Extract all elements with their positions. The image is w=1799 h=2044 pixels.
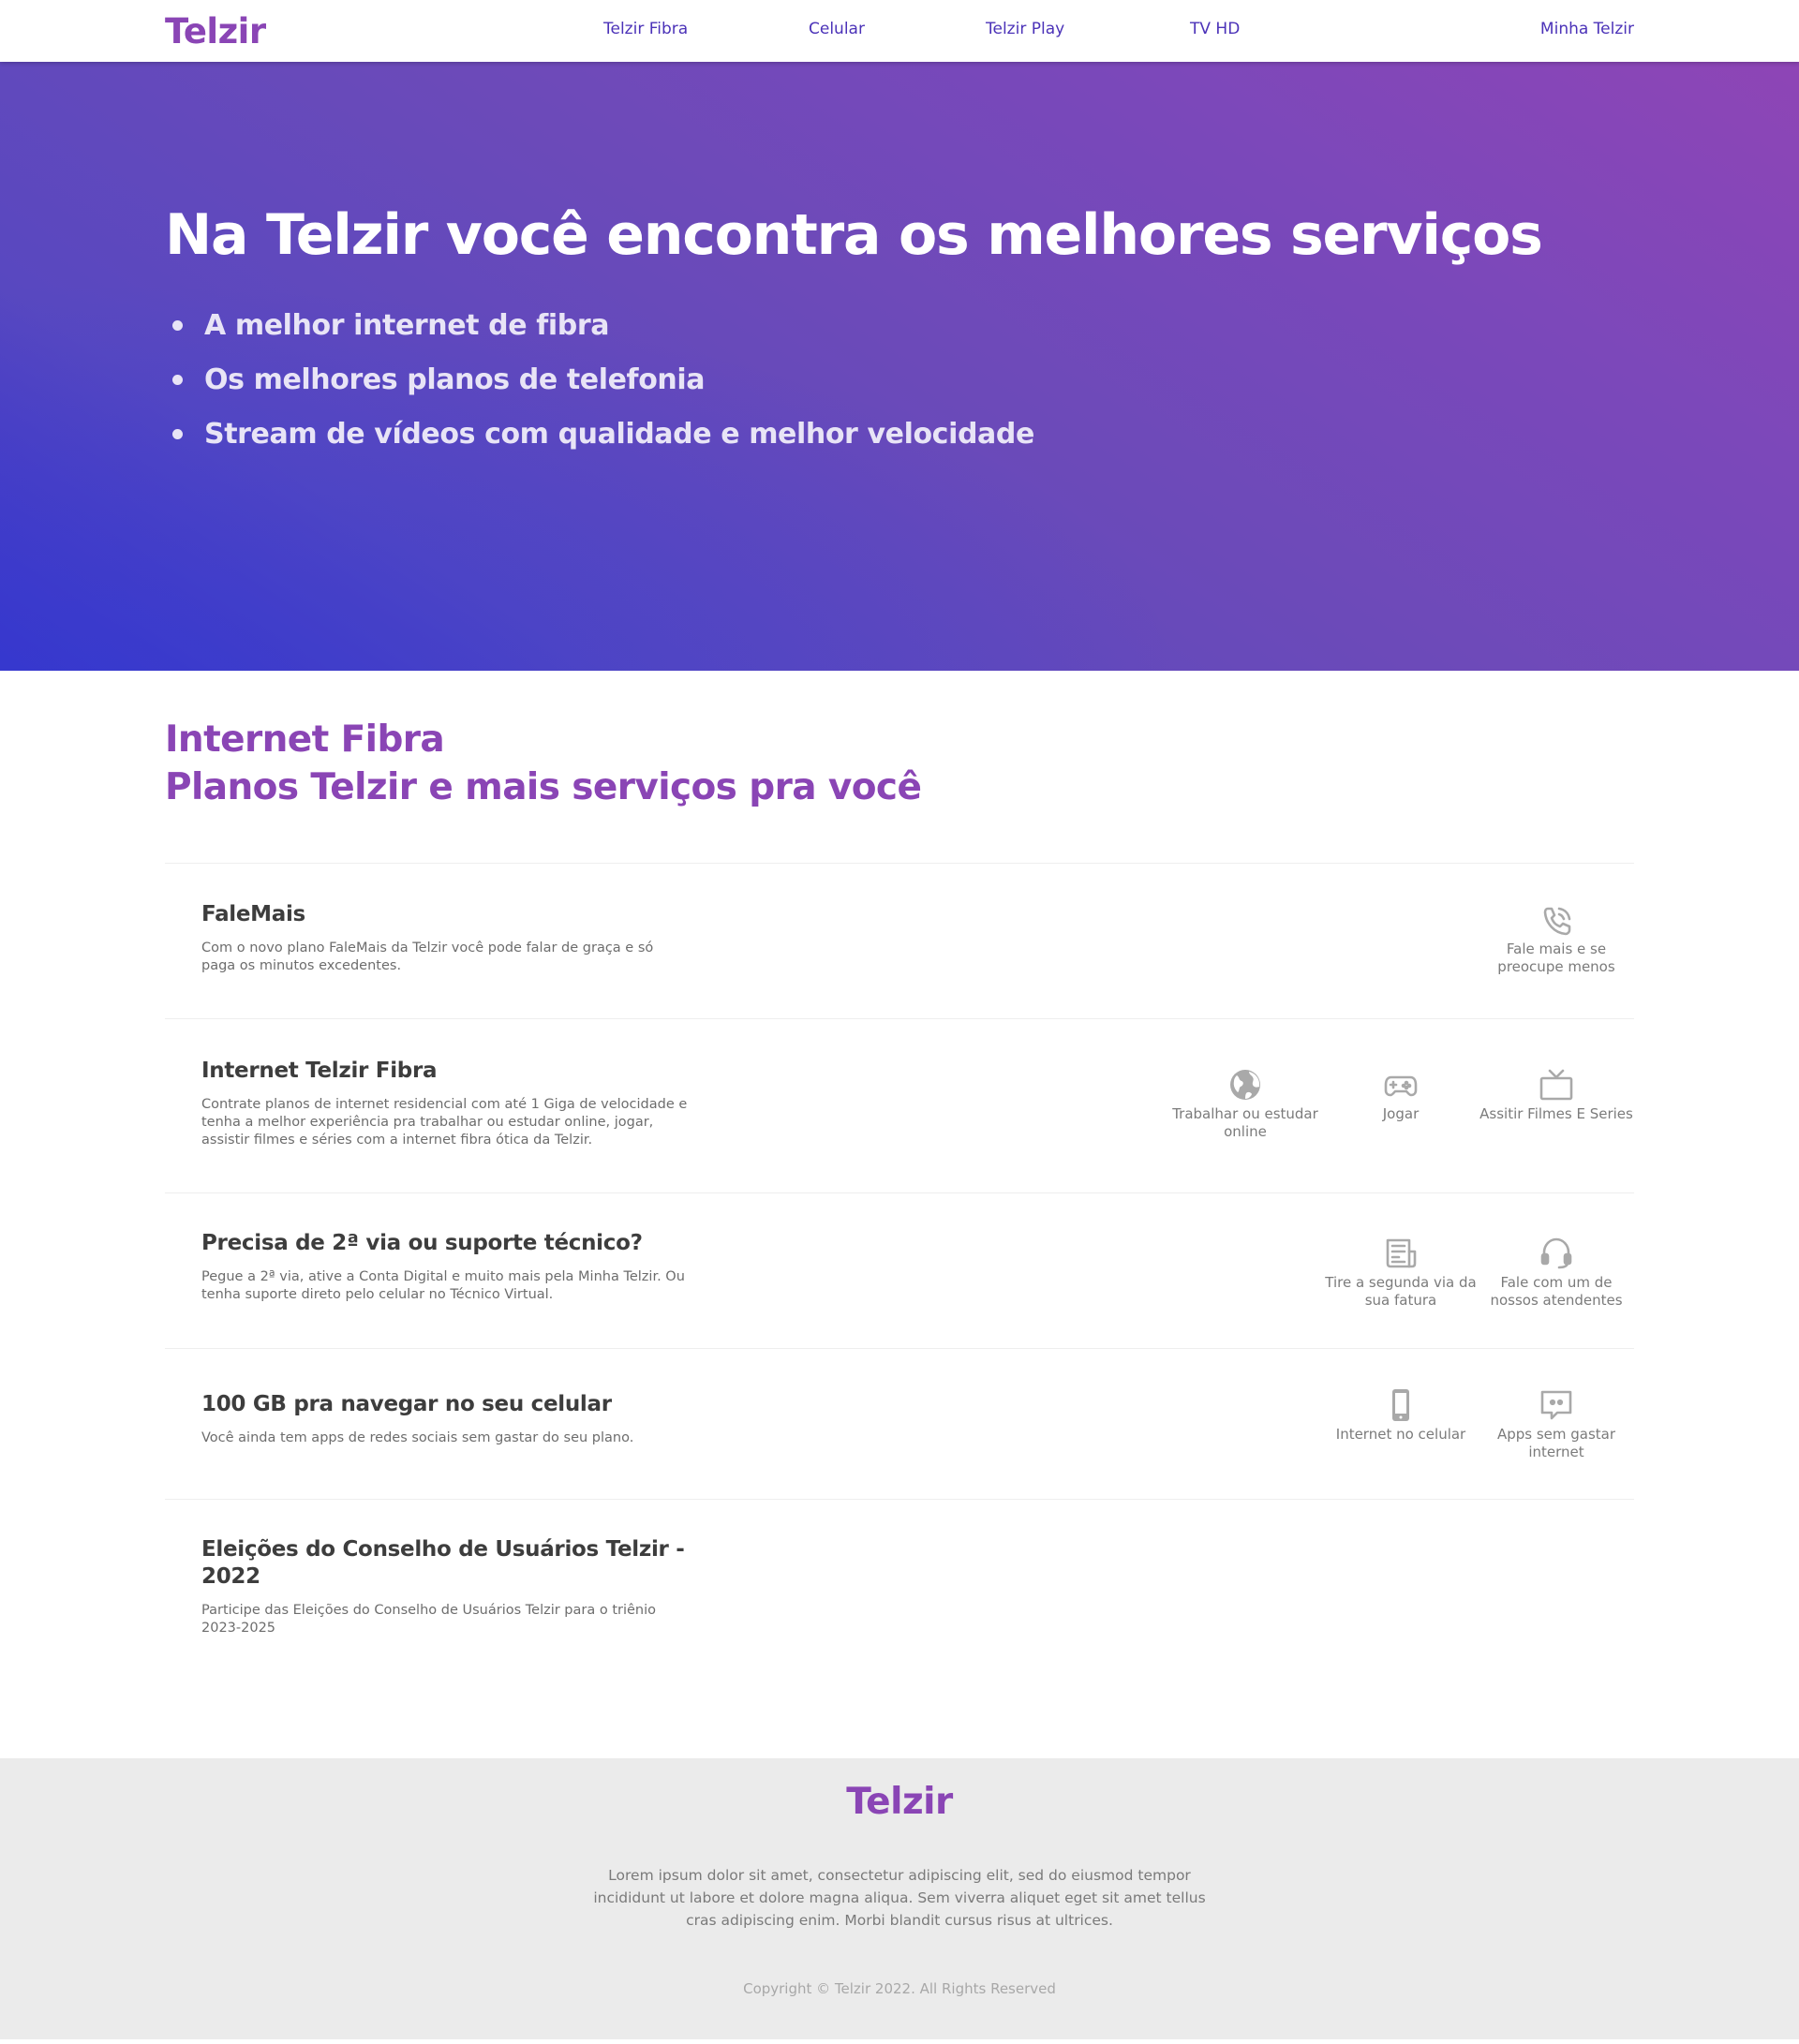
service-item-suporte[interactable]: Precisa de 2ª via ou suporte técnico? Pe… [165,1192,1634,1348]
feature-item: Trabalhar ou estudar online [1167,1066,1323,1141]
hero-bullet-text: Os melhores planos de telefonia [204,363,706,396]
section-title-line2: Planos Telzir e mais serviços pra você [165,766,922,808]
site-header: Telzir Telzir Fibra Celular Telzir Play … [0,0,1799,62]
hero-bullet: Os melhores planos de telefonia [165,352,1634,407]
footer-text: Lorem ipsum dolor sit amet, consectetur … [593,1867,1206,1929]
nav-link-tv-hd[interactable]: TV HD [1190,20,1240,38]
hero-title: Na Telzir você encontra os melhores serv… [165,202,1543,268]
service-info: FaleMais Com o novo plano FaleMais da Te… [201,901,689,975]
feature-item: Fale com um de nossos atendentes [1479,1235,1634,1310]
invoice-icon [1382,1235,1420,1272]
main-nav: Telzir Fibra Celular Telzir Play TV HD M… [165,0,1634,62]
bullet-dot-icon [172,374,183,385]
feature-item: Jogar [1323,1066,1479,1123]
service-info: Eleições do Conselho de Usuários Telzir … [201,1536,689,1637]
feature-label: Fale mais e se preocupe menos [1497,941,1615,975]
service-info: Internet Telzir Fibra Contrate planos de… [201,1058,689,1149]
service-title: FaleMais [201,902,305,926]
service-title: Internet Telzir Fibra [201,1059,438,1083]
tv-icon [1538,1066,1575,1103]
headset-icon [1538,1235,1575,1272]
service-title: Eleições do Conselho de Usuários Telzir … [201,1537,685,1589]
feature-item: Assitir Filmes E Series [1479,1066,1634,1123]
feature-label: Tire a segunda via da sua fatura [1325,1274,1477,1309]
nav-link-celular[interactable]: Celular [809,20,865,38]
service-description: Pegue a 2ª via, ative a Conta Digital e … [201,1269,685,1302]
service-description: Você ainda tem apps de redes sociais sem… [201,1430,634,1445]
nav-link-telzir-fibra[interactable]: Telzir Fibra [603,20,688,38]
hero-bullet-text: Stream de vídeos com qualidade e melhor … [204,417,1034,451]
feature-label: Internet no celular [1335,1426,1466,1443]
phone-call-icon [1538,901,1575,939]
feature-label: Trabalhar ou estudar online [1172,1105,1318,1140]
chat-icon [1538,1386,1575,1424]
feature-item: Apps sem gastar internet [1479,1386,1634,1461]
hero-bullet-list: A melhor internet de fibra Os melhores p… [165,298,1634,461]
site-footer: Telzir Lorem ipsum dolor sit amet, conse… [0,1758,1799,2039]
feature-label: Jogar [1382,1105,1420,1122]
service-title: Precisa de 2ª via ou suporte técnico? [201,1231,643,1255]
footer-copyright: Copyright © Telzir 2022. All Rights Rese… [743,1980,1056,1997]
smartphone-icon [1382,1386,1420,1424]
services-list: FaleMais Com o novo plano FaleMais da Te… [165,863,1634,1649]
nav-link-telzir-play[interactable]: Telzir Play [986,20,1064,38]
service-title: 100 GB pra navegar no seu celular [201,1392,612,1416]
hero-container: Na Telzir você encontra os melhores serv… [165,62,1634,461]
hero-bullet-text: A melhor internet de fibra [204,308,610,342]
gamepad-icon [1382,1066,1420,1103]
section-title: Internet Fibra Planos Telzir e mais serv… [165,716,1634,811]
nav-link-minha-telzir[interactable]: Minha Telzir [1540,20,1634,38]
feature-label: Apps sem gastar internet [1496,1426,1616,1460]
section-title-line1: Internet Fibra [165,718,445,761]
service-info: 100 GB pra navegar no seu celular Você a… [201,1391,689,1447]
feature-item: Internet no celular [1323,1386,1479,1444]
hero-bullet: A melhor internet de fibra [165,298,1634,352]
service-description: Com o novo plano FaleMais da Telzir você… [201,941,654,973]
feature-label: Fale com um de nossos atendentes [1490,1274,1623,1309]
feature-item: Tire a segunda via da sua fatura [1323,1235,1479,1310]
service-info: Precisa de 2ª via ou suporte técnico? Pe… [201,1230,689,1304]
footer-logo[interactable]: Telzir [0,1781,1799,1823]
service-item-falemais[interactable]: FaleMais Com o novo plano FaleMais da Te… [165,863,1634,1018]
service-description: Participe das Eleições do Conselho de Us… [201,1603,657,1636]
services-section: Internet Fibra Planos Telzir e mais serv… [0,671,1799,1758]
header-container: Telzir Telzir Fibra Celular Telzir Play … [165,0,1634,62]
globe-icon [1227,1066,1264,1103]
bullet-dot-icon [172,319,183,331]
feature-label: Assitir Filmes E Series [1479,1105,1633,1122]
service-item-eleicoes[interactable]: Eleições do Conselho de Usuários Telzir … [165,1499,1634,1649]
feature-item: Fale mais e se preocupe menos [1479,901,1634,976]
hero-banner: Na Telzir você encontra os melhores serv… [0,62,1799,671]
bullet-dot-icon [172,428,183,439]
hero-bullet: Stream de vídeos com qualidade e melhor … [165,407,1634,461]
service-description: Contrate planos de internet residencial … [201,1097,688,1148]
services-container: Internet Fibra Planos Telzir e mais serv… [165,716,1634,1649]
service-item-100gb[interactable]: 100 GB pra navegar no seu celular Você a… [165,1348,1634,1499]
service-item-internet-fibra[interactable]: Internet Telzir Fibra Contrate planos de… [165,1018,1634,1192]
